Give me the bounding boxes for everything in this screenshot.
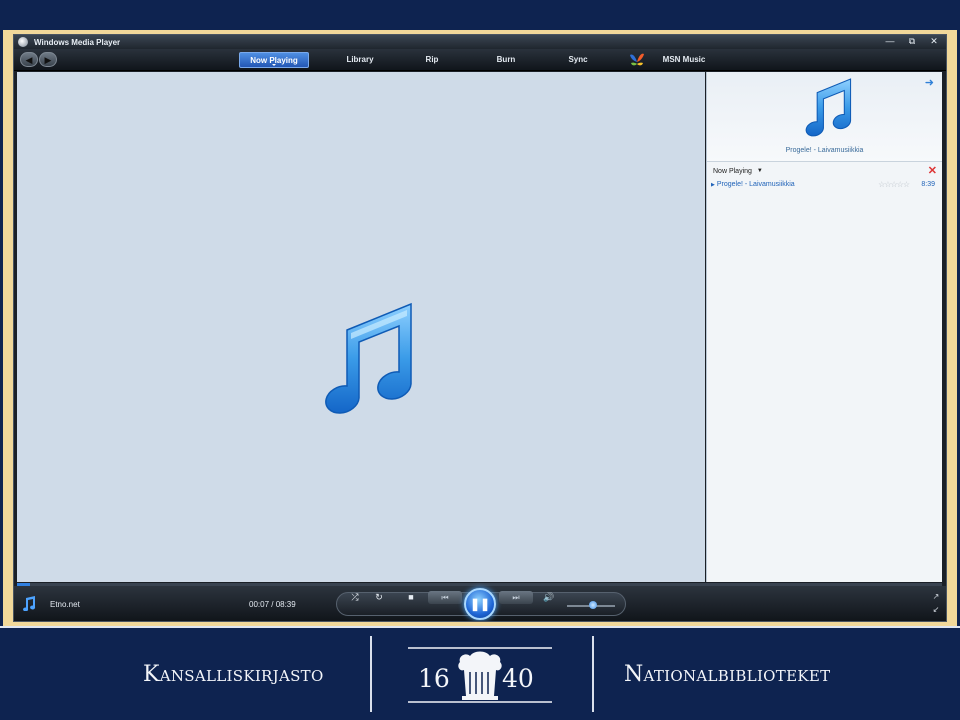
- visualization-area[interactable]: [17, 72, 705, 582]
- playing-indicator-icon: ▶: [711, 181, 715, 188]
- minimize-button[interactable]: —: [882, 36, 898, 47]
- restore-button[interactable]: ⧉: [904, 36, 920, 47]
- tab-library[interactable]: Library: [332, 52, 388, 68]
- mini-mode-icons: ↗ ↙: [930, 590, 942, 616]
- volume-icon[interactable]: 🔊: [542, 590, 556, 604]
- album-music-note-icon: [805, 78, 852, 137]
- album-caption: Progele! - Laivamusiikkia: [785, 147, 864, 154]
- tab-now-playing[interactable]: Now Playing: [239, 52, 309, 68]
- close-button[interactable]: ✕: [926, 36, 942, 47]
- media-source-label[interactable]: Etno.net: [50, 600, 80, 609]
- back-arrow-icon[interactable]: ◀: [20, 52, 38, 67]
- control-bar: Etno.net 00:07 / 08:39 ⤮ ↻ ■ ⏮ ❚❚ ⏭ 🔊 ↗ …: [14, 586, 946, 621]
- shuffle-icon[interactable]: ⤮: [348, 590, 362, 604]
- emblem-year-right: 40: [502, 664, 534, 693]
- time-readout: 00:07 / 08:39: [249, 600, 296, 609]
- list-item[interactable]: ▶ Progele! - Laivamusiikkia ☆☆☆☆☆ 8:39: [711, 179, 939, 190]
- footer-library-name-fi: Kansalliskirjasto: [143, 662, 324, 687]
- previous-icon[interactable]: ⏮: [428, 591, 462, 604]
- clear-list-icon[interactable]: ✕: [928, 164, 937, 177]
- mini-player-icon[interactable]: ↙: [930, 603, 942, 616]
- slide-top-band: [0, 0, 960, 30]
- footer-divider-left: [370, 636, 372, 712]
- stop-icon[interactable]: ■: [404, 590, 418, 604]
- track-title: Progele! - Laivamusiikkia: [716, 181, 795, 188]
- music-note-icon: [325, 302, 412, 414]
- list-title: Now Playing: [713, 167, 752, 175]
- next-icon[interactable]: ⏭: [499, 591, 533, 604]
- forward-arrow-icon[interactable]: ▶: [39, 52, 57, 67]
- tab-burn[interactable]: Burn: [486, 52, 526, 68]
- footer-divider-right: [592, 636, 594, 712]
- footer-library-name-sv: Nationalbiblioteket: [624, 662, 831, 687]
- nav-bar: ◀ ▶ Now Playing Library Rip Burn Sync MS…: [14, 49, 946, 71]
- media-player-window: Windows Media Player — ⧉ ✕ ◀ ▶ Now Playi…: [13, 34, 947, 622]
- tab-msn-music[interactable]: MSN Music: [654, 52, 714, 68]
- media-player-icon: [18, 37, 28, 47]
- window-title: Windows Media Player: [34, 37, 121, 47]
- now-playing-note-icon: [23, 596, 36, 611]
- expand-arrow-icon[interactable]: ➜: [925, 76, 934, 89]
- now-playing-dropdown[interactable]: Now Playing ▼ ✕: [713, 165, 937, 177]
- now-playing-list-pane: ➜ Progele! - Laivamusiikkia Now Playing …: [706, 72, 942, 582]
- repeat-icon[interactable]: ↻: [372, 590, 386, 604]
- emblem-year-left: 16: [418, 664, 450, 693]
- switch-to-skin-icon[interactable]: ↗: [930, 590, 942, 603]
- chevron-down-icon: ▼: [756, 168, 763, 174]
- album-art-header: ➜ Progele! - Laivamusiikkia: [707, 72, 942, 162]
- title-bar[interactable]: Windows Media Player — ⧉ ✕: [14, 35, 946, 49]
- pause-button[interactable]: ❚❚: [464, 588, 496, 620]
- tab-sync[interactable]: Sync: [560, 52, 596, 68]
- rating-stars[interactable]: ☆☆☆☆☆: [878, 180, 910, 189]
- msn-butterfly-icon: [630, 53, 644, 66]
- track-duration: 8:39: [921, 181, 935, 188]
- tab-rip[interactable]: Rip: [414, 52, 450, 68]
